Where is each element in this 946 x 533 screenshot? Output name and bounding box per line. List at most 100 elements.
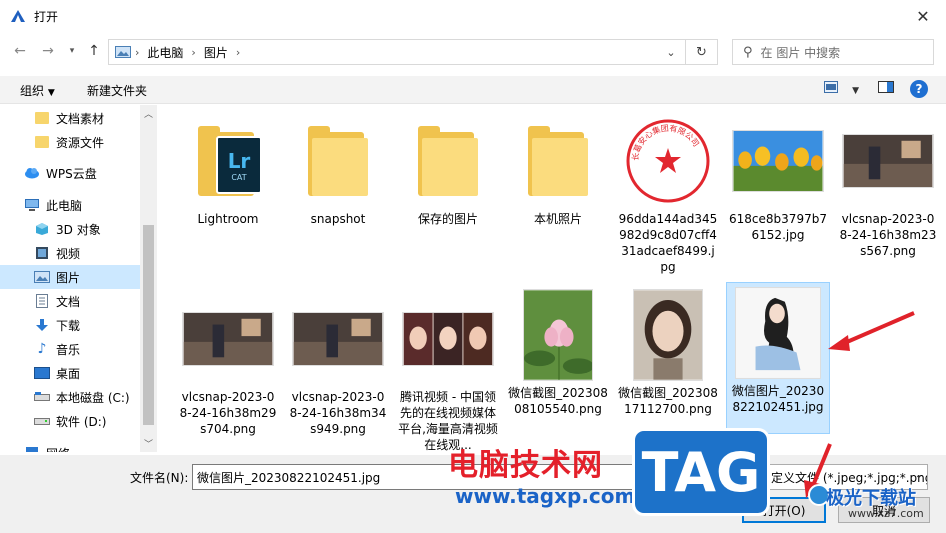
chevron-down-icon: ▼ bbox=[47, 88, 55, 98]
sidebar-item-label: 此电脑 bbox=[46, 198, 83, 213]
navigation-pane: 文档素材 资源文件 WPS云盘 此电脑 3D 对象 视频 图片 文档 下载 ♪ … bbox=[0, 105, 157, 452]
preview-pane-button[interactable] bbox=[878, 81, 894, 97]
file-name: vlcsnap-2023-08-24-16h38m23s567.png bbox=[839, 212, 937, 258]
address-bar[interactable]: › 此电脑 › 图片 › ⌄ ↻ bbox=[108, 39, 718, 65]
sidebar-item-label: 下载 bbox=[56, 318, 81, 333]
window-title: 打开 bbox=[34, 9, 59, 24]
sidebar-item-documents[interactable]: 文档 bbox=[0, 289, 140, 313]
sidebar-item-this-pc[interactable]: 此电脑 bbox=[0, 193, 140, 217]
sidebar-item-3d-objects[interactable]: 3D 对象 bbox=[0, 217, 140, 241]
sidebar-item-drive-c[interactable]: 本地磁盘 (C:) bbox=[0, 385, 140, 409]
sidebar-item-label: 资源文件 bbox=[56, 135, 105, 150]
close-button[interactable]: ✕ bbox=[900, 0, 946, 32]
watermark-url: www.tagxp.com bbox=[455, 484, 636, 508]
arrow-up-icon: ↑ bbox=[88, 43, 100, 59]
search-icon: ⚲ bbox=[743, 44, 753, 60]
file-tile-vlcsnap-2[interactable]: vlcsnap-2023-08-24-16h38m29s704.png bbox=[176, 289, 280, 437]
sidebar-item-pictures[interactable]: 图片 bbox=[0, 265, 140, 289]
file-name: 本机照片 bbox=[533, 212, 582, 226]
help-icon[interactable]: ? bbox=[910, 80, 928, 98]
app-icon bbox=[10, 8, 26, 24]
scroll-up-button[interactable]: ︿ bbox=[140, 105, 157, 122]
sidebar-scrollbar[interactable]: ︿ ﹀ bbox=[140, 105, 157, 452]
refresh-button[interactable]: ↻ bbox=[685, 40, 717, 64]
file-tile-tencent-video[interactable]: 腾讯视频 - 中国领先的在线视频媒体平台,海量高清视频 在线观... bbox=[396, 289, 500, 452]
drive-icon bbox=[34, 413, 50, 429]
forward-button[interactable]: → bbox=[38, 40, 58, 62]
file-name: snapshot bbox=[310, 212, 366, 226]
chevron-down-icon: ⌄ bbox=[666, 45, 676, 59]
recent-locations-button[interactable]: ▾ bbox=[62, 40, 82, 62]
sidebar-item-wps-cloud[interactable]: WPS云盘 bbox=[0, 161, 140, 185]
title-bar: 打开 ✕ bbox=[0, 0, 946, 32]
watermark-red-text: 电脑技术网 bbox=[448, 448, 603, 483]
file-name: 保存的图片 bbox=[417, 212, 478, 226]
file-tile-snapshot[interactable]: snapshot bbox=[286, 111, 390, 227]
file-tile-vlcsnap-1[interactable]: vlcsnap-2023-08-24-16h38m23s567.png bbox=[836, 111, 940, 259]
back-button[interactable]: ← bbox=[10, 40, 30, 62]
organize-label: 组织 bbox=[20, 84, 45, 98]
preview-pane-icon bbox=[878, 81, 894, 93]
sidebar-item-downloads[interactable]: 下载 bbox=[0, 313, 140, 337]
breadcrumb-separator-icon: › bbox=[135, 45, 140, 59]
tulips-thumbnail bbox=[732, 130, 824, 192]
chevron-down-icon: ▾ bbox=[69, 46, 75, 56]
breadcrumb-separator-icon: › bbox=[235, 45, 241, 59]
sidebar-item-desktop[interactable]: 桌面 bbox=[0, 361, 140, 385]
file-tile-tulips[interactable]: 618ce8b3797b76152.jpg bbox=[726, 111, 830, 243]
desktop-icon bbox=[34, 365, 50, 381]
search-placeholder: 在 图片 中搜索 bbox=[760, 45, 841, 60]
file-tile-camera-roll[interactable]: 本机照片 bbox=[506, 111, 610, 227]
search-box[interactable]: ⚲ 在 图片 中搜索 bbox=[732, 39, 934, 65]
breadcrumb-pictures[interactable]: 图片 bbox=[204, 44, 228, 61]
navigation-bar: ← → ▾ ↑ › 此电脑 › 图片 › ⌄ ↻ ⚲ 在 图片 中搜索 bbox=[0, 36, 946, 66]
organize-button[interactable]: 组织 ▼ bbox=[20, 82, 55, 99]
sidebar-item-music[interactable]: ♪ 音乐 bbox=[0, 337, 140, 361]
folder-icon bbox=[528, 126, 588, 196]
file-tile-seal-image[interactable]: 长葛安心集团有限公司 96dda144ad345982d9c8d07cff431… bbox=[616, 111, 720, 275]
video-icon bbox=[34, 245, 50, 261]
lightroom-folder-icon: Lr CAT bbox=[198, 126, 262, 196]
sidebar-item-label: 软件 (D:) bbox=[56, 414, 107, 429]
sidebar-item-label: 3D 对象 bbox=[56, 222, 101, 237]
file-name: 微信截图_20230817112700.png bbox=[618, 386, 718, 416]
chevron-down-icon: ﹀ bbox=[143, 440, 153, 450]
address-dropdown-button[interactable]: ⌄ bbox=[663, 44, 679, 60]
file-tile-saved-pictures[interactable]: 保存的图片 bbox=[396, 111, 500, 227]
computer-icon bbox=[24, 197, 40, 213]
file-list: Lr CAT Lightroom snapshot 保存的图片 本机照片 长葛安心… bbox=[160, 105, 946, 452]
breadcrumb-this-pc[interactable]: 此电脑 bbox=[147, 44, 183, 61]
file-tile-lightroom[interactable]: Lr CAT Lightroom bbox=[176, 111, 280, 227]
sidebar-item-resource-files[interactable]: 资源文件 bbox=[0, 130, 140, 154]
scroll-down-button[interactable]: ﹀ bbox=[140, 435, 157, 452]
up-button[interactable]: ↑ bbox=[84, 40, 104, 62]
file-tile-wechat-screenshot-1[interactable]: 微信截图_20230808105540.png bbox=[506, 285, 610, 417]
document-icon bbox=[34, 293, 50, 309]
folder-icon bbox=[34, 134, 50, 150]
drawing-thumbnail bbox=[735, 287, 821, 379]
chevron-up-icon: ︿ bbox=[143, 110, 153, 120]
sidebar-item-drive-d[interactable]: 软件 (D:) bbox=[0, 409, 140, 433]
view-options-button[interactable]: ▼ bbox=[824, 81, 859, 97]
chevron-down-icon: ▼ bbox=[852, 86, 860, 96]
new-folder-button[interactable]: 新建文件夹 bbox=[87, 82, 147, 99]
file-name: vlcsnap-2023-08-24-16h38m29s704.png bbox=[179, 390, 277, 436]
sidebar-item-network[interactable]: 网络 bbox=[0, 441, 140, 452]
file-name: vlcsnap-2023-08-24-16h38m34s949.png bbox=[289, 390, 387, 436]
scroll-thumb[interactable] bbox=[143, 225, 154, 425]
room-thumbnail bbox=[842, 134, 934, 188]
sidebar-item-label: 本地磁盘 (C:) bbox=[56, 390, 130, 405]
sidebar-item-videos[interactable]: 视频 bbox=[0, 241, 140, 265]
sidebar-item-label: 图片 bbox=[56, 270, 81, 285]
cube-icon bbox=[34, 221, 50, 237]
arrow-right-icon: → bbox=[42, 43, 54, 59]
file-tile-wechat-image[interactable]: 微信图片_20230822102451.jpg bbox=[726, 282, 830, 434]
folder-icon bbox=[418, 126, 478, 196]
room-thumbnail bbox=[292, 312, 384, 366]
file-tile-vlcsnap-3[interactable]: vlcsnap-2023-08-24-16h38m34s949.png bbox=[286, 289, 390, 437]
close-icon: ✕ bbox=[916, 6, 930, 26]
sidebar-item-doc-materials[interactable]: 文档素材 bbox=[0, 106, 140, 130]
cloud-icon bbox=[24, 165, 40, 181]
file-tile-wechat-screenshot-2[interactable]: 微信截图_20230817112700.png bbox=[616, 285, 720, 417]
file-name: 96dda144ad345982d9c8d07cff431adcaef8499.… bbox=[618, 212, 718, 274]
